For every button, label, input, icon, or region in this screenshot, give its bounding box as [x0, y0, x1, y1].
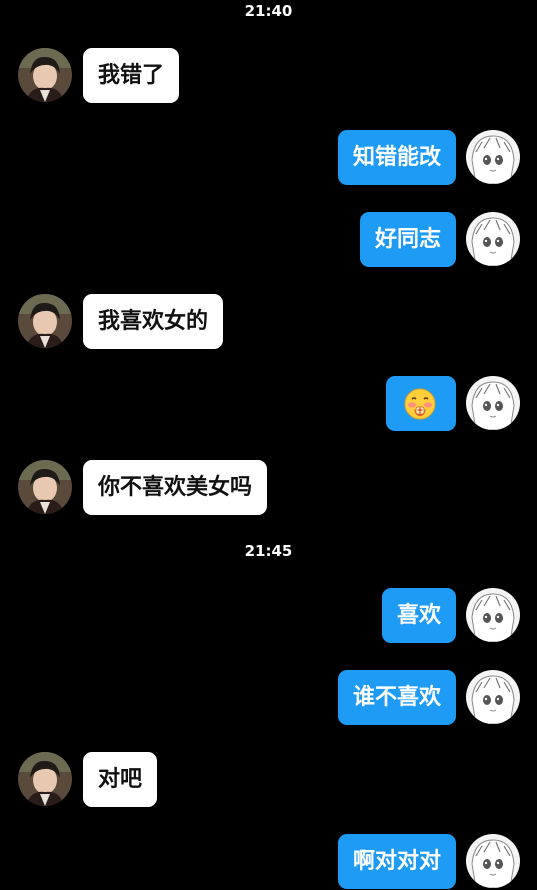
- message-row: 喜欢: [0, 588, 537, 644]
- message-row: 谁不喜欢: [0, 670, 537, 726]
- user-avatar[interactable]: [466, 130, 520, 184]
- message-bubble[interactable]: 好同志: [359, 212, 456, 267]
- message-row: [0, 376, 537, 432]
- message-row: 好同志: [0, 212, 537, 268]
- contact-avatar[interactable]: [18, 294, 72, 348]
- contact-avatar[interactable]: [18, 752, 72, 806]
- user-avatar[interactable]: [466, 212, 520, 266]
- message-row: 知错能改: [0, 130, 537, 186]
- sticker-bubble[interactable]: [386, 376, 456, 431]
- user-avatar[interactable]: [466, 376, 520, 430]
- message-row: 对吧: [0, 752, 537, 808]
- message-bubble[interactable]: 啊对对对: [337, 834, 456, 889]
- message-bubble[interactable]: 我错了: [83, 48, 180, 103]
- message-row: 我喜欢女的: [0, 294, 537, 350]
- message-row: 我错了: [0, 48, 537, 104]
- user-avatar[interactable]: [466, 588, 520, 642]
- message-bubble[interactable]: 我喜欢女的: [83, 294, 224, 349]
- timestamp: 21:45: [244, 542, 293, 560]
- message-bubble[interactable]: 知错能改: [337, 130, 456, 185]
- user-avatar[interactable]: [466, 834, 520, 888]
- message-bubble[interactable]: 你不喜欢美女吗: [83, 460, 268, 515]
- timestamp: 21:40: [244, 2, 293, 20]
- contact-avatar[interactable]: [18, 460, 72, 514]
- contact-avatar[interactable]: [18, 48, 72, 102]
- user-avatar[interactable]: [466, 670, 520, 724]
- message-bubble[interactable]: 对吧: [83, 752, 158, 807]
- message-bubble[interactable]: 喜欢: [381, 588, 456, 643]
- blushing-face-emoji: [404, 388, 436, 420]
- message-row: 啊对对对: [0, 834, 537, 890]
- message-row: 你不喜欢美女吗: [0, 460, 537, 516]
- message-bubble[interactable]: 谁不喜欢: [337, 670, 456, 725]
